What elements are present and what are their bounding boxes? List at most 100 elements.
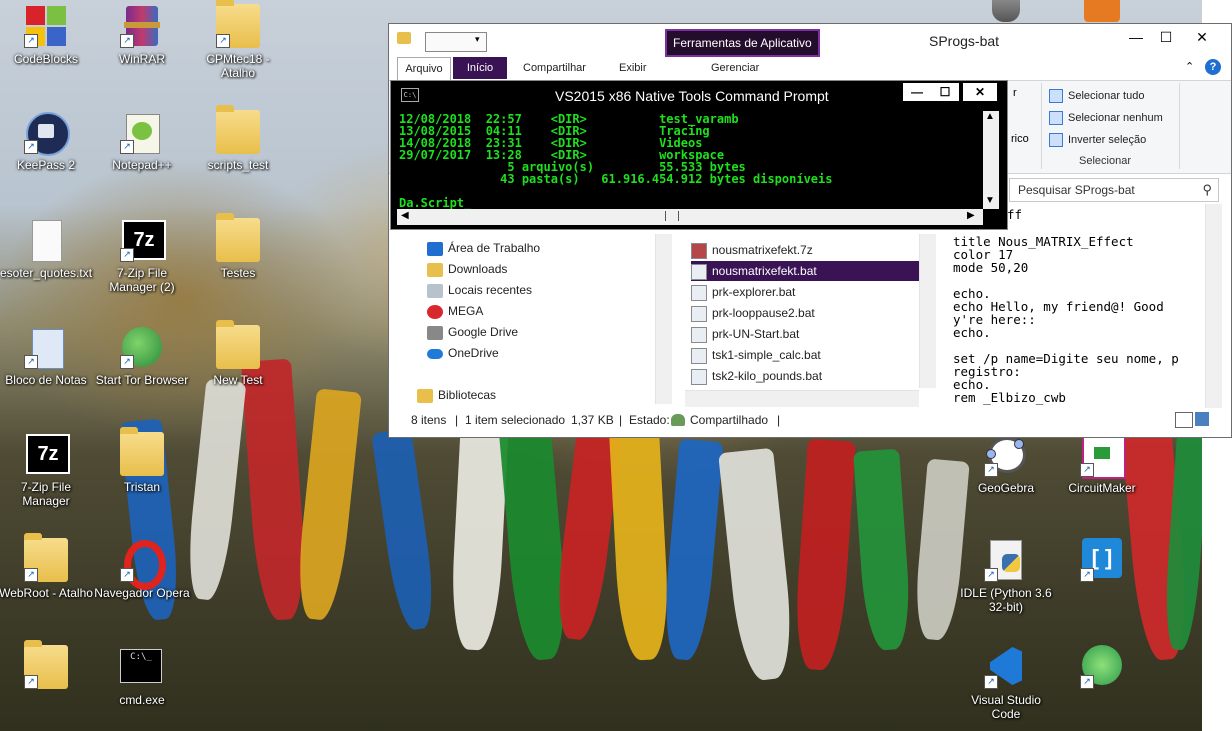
preview-scrollbar[interactable]	[1205, 204, 1222, 408]
app-icon	[1080, 0, 1124, 22]
brackets-icon: [ ] ↗	[1080, 538, 1124, 582]
folder-icon	[216, 105, 260, 154]
wallpaper-flag	[718, 447, 797, 683]
minimize-button[interactable]: —	[1121, 26, 1151, 48]
desktop-icon-label: Start Tor Browser	[95, 373, 189, 387]
desktop-icon-top-a[interactable]	[958, 0, 1054, 22]
tab-gerenciar[interactable]: Gerenciar	[711, 57, 759, 79]
desktop-icon-notepadpp[interactable]: ↗ Notepad++	[94, 110, 190, 172]
select-all-label: Selecionar tudo	[1068, 90, 1145, 102]
cmd-output[interactable]: 12/08/2018 22:57 <DIR> test_varamb 13/08…	[399, 113, 981, 209]
close-button[interactable]: ✕	[1187, 26, 1217, 48]
desktop-icon-vscode[interactable]: ↗ Visual Studio Code	[958, 645, 1054, 721]
scroll-thumb[interactable]	[665, 211, 679, 221]
desktop-icon-label: IDLE (Python 3.6 32-bit)	[960, 586, 1052, 614]
search-icon[interactable]: ⚲	[1202, 179, 1212, 201]
status-selected: 1 item selecionado	[465, 413, 566, 427]
cmd-vscrollbar[interactable]: ▲ ▼	[983, 111, 999, 209]
file-item[interactable]: prk-explorer.bat	[691, 282, 929, 302]
chevron-down-icon[interactable]: ▾	[475, 34, 480, 45]
onedrive-icon	[427, 348, 443, 359]
invert-selection-button[interactable]: Inverter seleção	[1049, 131, 1146, 149]
tab-exibir[interactable]: Exibir	[619, 57, 647, 79]
file-name: nousmatrixefekt.bat	[712, 264, 817, 278]
geogebra-icon: ↗	[984, 433, 1028, 477]
cmd-hscrollbar[interactable]: ◀ ▶	[397, 209, 983, 225]
tool-tab-label[interactable]: Ferramentas de Aplicativo	[665, 29, 820, 57]
desktop-icon-esoter-quotes[interactable]: esoter_quotes.txt	[0, 218, 94, 280]
cmd-titlebar[interactable]: C:\ VS2015 x86 Native Tools Command Prom…	[391, 81, 1007, 111]
desktop-icon-tristan[interactable]: Tristan	[94, 427, 190, 494]
chevron-up-icon[interactable]: ⌃	[1185, 60, 1194, 73]
desktop-icon-cmd[interactable]: C:\_ cmd.exe	[94, 645, 190, 707]
select-all-button[interactable]: Selecionar tudo	[1049, 87, 1144, 105]
file-list-hscrollbar[interactable]	[685, 390, 919, 407]
desktop-icon-webroot-folder[interactable]: ↗	[0, 640, 94, 689]
maximize-button[interactable]: ☐	[1151, 26, 1181, 48]
status-size: 1,37 KB	[571, 413, 614, 427]
tab-compartilhar[interactable]: Compartilhar	[523, 57, 586, 79]
desktop-icon-scripts-test[interactable]: scripts_test	[190, 105, 286, 172]
desktop-icon-codeblocks[interactable]: ↗ CodeBlocks	[0, 4, 94, 66]
opera-icon: ↗	[120, 538, 166, 590]
cmd-window[interactable]: C:\ VS2015 x86 Native Tools Command Prom…	[390, 80, 1008, 230]
nav-item-area-de-trabalho[interactable]: Área de Trabalho	[427, 238, 540, 258]
file-list[interactable]: nousmatrixefekt.7z nousmatrixefekt.bat p…	[685, 234, 936, 408]
desktop-icon-webroot[interactable]: ↗ WebRoot - Atalho	[0, 533, 94, 600]
desktop-icon-opera[interactable]: ↗ Navegador Opera	[94, 538, 190, 600]
desktop-icon-7zip[interactable]: 7z 7-Zip File Manager	[0, 432, 94, 508]
navigation-pane[interactable]: Área de Trabalho Downloads Locais recent…	[389, 234, 672, 408]
desktop-icon-keepass[interactable]: ↗ KeePass 2	[0, 110, 94, 172]
scroll-right-icon[interactable]: ▶	[967, 210, 975, 221]
desktop-icon-tor-browser[interactable]: ↗ Start Tor Browser	[94, 325, 190, 387]
desktop-icon-new-test[interactable]: New Test	[190, 320, 286, 387]
file-item[interactable]: tsk2-kilo_pounds.bat	[691, 366, 929, 386]
desktop-icon-bloco-de-notas[interactable]: ↗ Bloco de Notas	[0, 325, 94, 387]
window-title: SProgs-bat	[929, 33, 1000, 49]
file-item[interactable]: tsk1-simple_calc.bat	[691, 345, 929, 365]
file-item[interactable]: prk-looppause2.bat	[691, 303, 929, 323]
desktop-icon-circuitmaker[interactable]: ↗ CircuitMaker	[1054, 433, 1150, 495]
large-icons-view-icon[interactable]	[1195, 412, 1209, 426]
scroll-left-icon[interactable]: ◀	[401, 210, 409, 221]
desktop-icon-label: WebRoot - Atalho	[0, 586, 93, 600]
batch-file-icon	[691, 347, 707, 364]
file-item[interactable]: prk-UN-Start.bat	[691, 324, 929, 344]
status-item-count: 8 itens	[411, 413, 447, 427]
desktop-icon-brackets[interactable]: [ ] ↗	[1054, 538, 1150, 582]
nav-item-locais-recentes[interactable]: Locais recentes	[427, 280, 532, 300]
folder-icon	[120, 427, 164, 476]
nav-item-downloads[interactable]: Downloads	[427, 259, 507, 279]
desktop-icon-top-b[interactable]	[1054, 0, 1150, 22]
desktop-icon-idle-python[interactable]: ↗ IDLE (Python 3.6 32-bit)	[958, 538, 1054, 614]
file-item-selected[interactable]: nousmatrixefekt.bat	[691, 261, 929, 281]
scroll-up-icon[interactable]: ▲	[985, 111, 995, 122]
desktop-icon-testes[interactable]: Testes	[190, 213, 286, 280]
file-item[interactable]: nousmatrixefekt.7z	[691, 240, 929, 260]
preview-pane[interactable]: ff title Nous_MATRIX_Effect color 17 mod…	[947, 204, 1223, 408]
help-icon[interactable]: ?	[1205, 59, 1221, 75]
nav-item-bibliotecas[interactable]: Bibliotecas	[417, 385, 496, 405]
desktop-icon-winrar[interactable]: ↗ WinRAR	[94, 4, 190, 66]
file-list-scrollbar[interactable]	[919, 234, 936, 388]
scroll-down-icon[interactable]: ▼	[985, 195, 995, 206]
explorer-titlebar[interactable]: ▾ Ferramentas de Aplicativo SProgs-bat —…	[389, 24, 1231, 57]
desktop-icon-geogebra[interactable]: ↗ GeoGebra	[958, 433, 1054, 495]
desktop-icon-cpmtec18[interactable]: ↗ CPMtec18 - Atalho	[190, 0, 286, 80]
nav-item-google-drive[interactable]: Google Drive	[427, 322, 518, 342]
desktop-icon-atom[interactable]: ↗	[1054, 645, 1150, 689]
notepadpp-icon: ↗	[120, 110, 164, 154]
cmd-maximize-button[interactable]: ☐	[931, 83, 959, 101]
nav-scrollbar[interactable]	[655, 234, 672, 404]
search-input[interactable]: Pesquisar SProgs-bat ⚲	[1009, 178, 1219, 202]
winrar-icon: ↗	[120, 4, 164, 48]
tab-inicio[interactable]: Início	[453, 57, 507, 79]
details-view-icon[interactable]	[1175, 412, 1193, 428]
nav-item-onedrive[interactable]: OneDrive	[427, 343, 499, 363]
tab-arquivo[interactable]: Arquivo	[397, 57, 451, 80]
cmd-minimize-button[interactable]: —	[903, 83, 931, 101]
nav-item-mega[interactable]: MEGA	[427, 301, 483, 321]
select-none-button[interactable]: Selecionar nenhum	[1049, 109, 1163, 127]
cmd-close-button[interactable]: ✕	[963, 83, 997, 101]
desktop-icon-7zip-2[interactable]: 7z ↗ 7-Zip File Manager (2)	[94, 218, 190, 294]
